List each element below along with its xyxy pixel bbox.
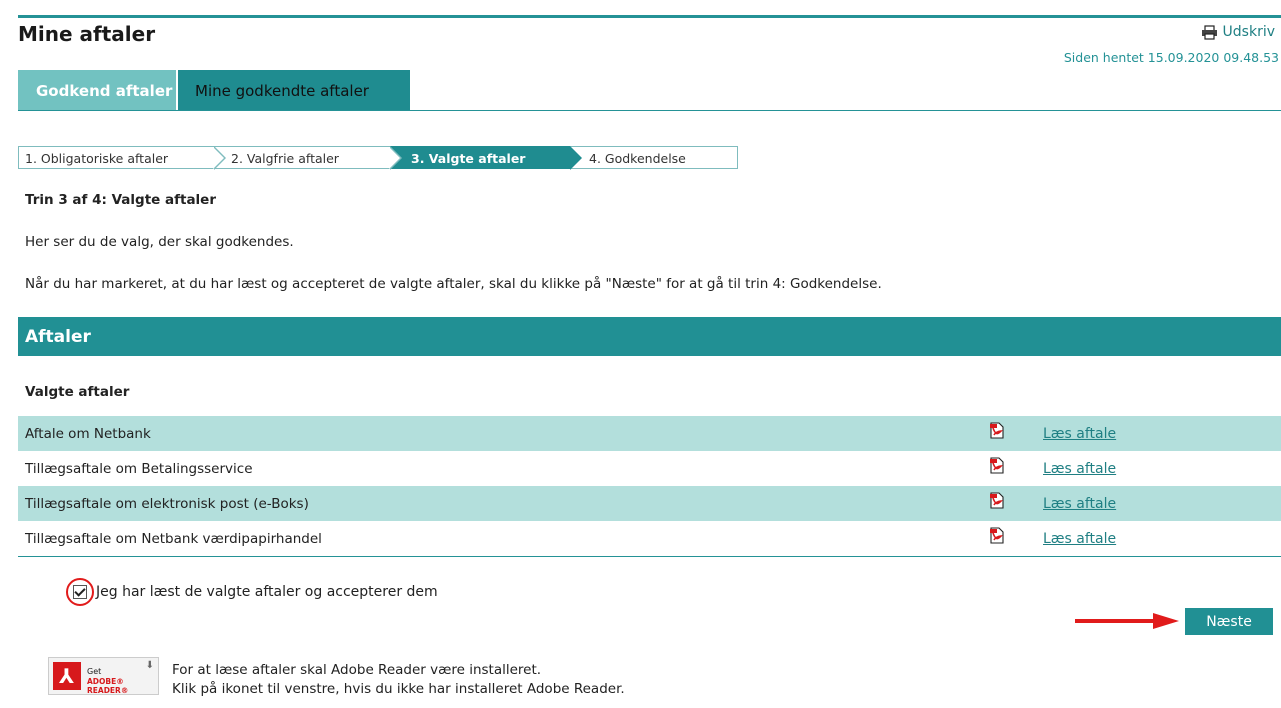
page-title: Mine aftaler — [18, 22, 156, 46]
table-divider — [18, 556, 1281, 557]
retrieved-timestamp: Siden hentet 15.09.2020 09.48.53 — [1063, 50, 1279, 65]
adobe-info: For at læse aftaler skal Adobe Reader væ… — [172, 661, 625, 699]
step-label: 1. Obligatoriske aftaler — [25, 151, 169, 166]
table-row: Tillægsaftale om elektronisk post (e-Bok… — [18, 486, 1281, 521]
read-agreement-link[interactable]: Læs aftale — [1043, 461, 1116, 477]
section-subtitle: Valgte aftaler — [25, 384, 130, 400]
tab-mine-godkendte-aftaler[interactable]: Mine godkendte aftaler — [178, 70, 410, 110]
adobe-info-line1: For at læse aftaler skal Adobe Reader væ… — [172, 662, 542, 678]
step-label: 2. Valgfrie aftaler — [231, 151, 339, 166]
download-arrow-icon: ⬇ — [145, 660, 154, 671]
agreement-name: Tillægsaftale om elektronisk post (e-Bok… — [25, 495, 309, 512]
get-adobe-reader-badge[interactable]: ⅄ Get ADOBE® READER® ⬇ — [48, 657, 159, 695]
print-button[interactable]: Udskriv — [1201, 24, 1275, 40]
accept-label[interactable]: Jeg har læst de valgte aftaler og accept… — [96, 584, 438, 600]
print-label: Udskriv — [1222, 24, 1275, 40]
adobe-get-text: Get — [87, 667, 102, 676]
agreement-name: Tillægsaftale om Netbank værdipapirhande… — [25, 530, 322, 547]
step-indicator: 1. Obligatoriske aftaler 2. Valgfrie aft… — [18, 146, 738, 170]
step-2: 2. Valgfrie aftaler — [214, 146, 402, 170]
tab-bar: Godkend aftaler Mine godkendte aftaler — [18, 70, 410, 110]
step-4: 4. Godkendelse — [570, 146, 738, 169]
agreement-name: Tillægsaftale om Betalingsservice — [25, 460, 253, 477]
table-row: Tillægsaftale om Betalingsservice Læs af… — [18, 451, 1281, 486]
intro-text: Her ser du de valg, der skal godkendes. — [25, 234, 294, 250]
accept-checkbox[interactable] — [73, 585, 87, 599]
section-header: Aftaler — [18, 317, 1281, 356]
top-divider — [18, 15, 1281, 18]
pdf-icon[interactable] — [989, 422, 1005, 439]
step-label: 4. Godkendelse — [589, 151, 686, 166]
step-1: 1. Obligatoriske aftaler — [18, 146, 226, 170]
agreement-name: Aftale om Netbank — [25, 425, 151, 442]
accept-row: Jeg har læst de valgte aftaler og accept… — [66, 578, 438, 606]
step-heading: Trin 3 af 4: Valgte aftaler — [25, 192, 216, 208]
step-label: 3. Valgte aftaler — [411, 151, 526, 166]
pdf-icon[interactable] — [989, 527, 1005, 544]
adobe-logo-icon: ⅄ — [53, 662, 81, 690]
agreements-table: Aftale om Netbank Læs aftale Tillægsafta… — [18, 416, 1281, 556]
read-agreement-link[interactable]: Læs aftale — [1043, 496, 1116, 512]
read-agreement-link[interactable]: Læs aftale — [1043, 531, 1116, 547]
table-row: Aftale om Netbank Læs aftale — [18, 416, 1281, 451]
adobe-info-line2: Klik på ikonet til venstre, hvis du ikke… — [172, 681, 625, 697]
pdf-icon[interactable] — [989, 457, 1005, 474]
read-agreement-link[interactable]: Læs aftale — [1043, 426, 1116, 442]
tab-godkend-aftaler[interactable]: Godkend aftaler — [18, 70, 176, 110]
pdf-icon[interactable] — [989, 492, 1005, 509]
instruction-text: Når du har markeret, at du har læst og a… — [25, 276, 882, 292]
adobe-reader-text: ADOBE® READER® — [87, 677, 129, 695]
next-button[interactable]: Næste — [1185, 608, 1273, 635]
step-3-current: 3. Valgte aftaler — [390, 146, 582, 170]
annotation-circle — [66, 578, 94, 606]
printer-icon — [1201, 24, 1217, 40]
tab-divider — [18, 110, 1281, 111]
table-row: Tillægsaftale om Netbank værdipapirhande… — [18, 521, 1281, 556]
annotation-arrow-icon — [1075, 613, 1179, 629]
